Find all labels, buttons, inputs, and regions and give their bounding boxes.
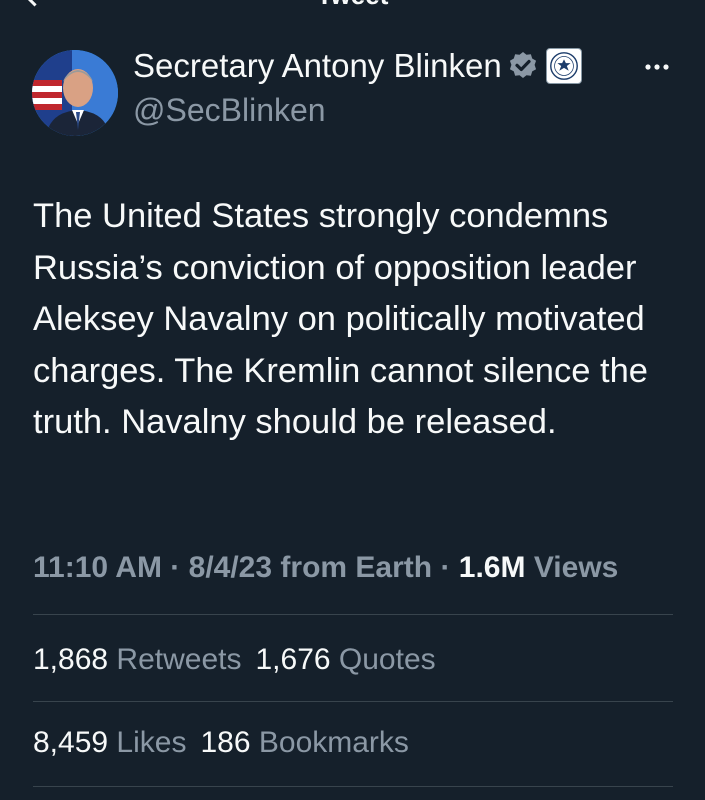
retweets-stat[interactable]: 1,868 Retweets: [33, 643, 241, 676]
author-display-name[interactable]: Secretary Antony Blinken: [133, 47, 502, 85]
retweets-count: 1,868: [33, 643, 109, 676]
verified-badge-icon: [509, 52, 536, 78]
quotes-count: 1,676: [255, 643, 331, 676]
author-handle[interactable]: @SecBlinken: [133, 92, 326, 129]
likes-count: 8,459: [33, 726, 109, 759]
top-bar: Tweet: [0, 0, 705, 11]
stats-row-likes: 8,459 Likes 186 Bookmarks: [33, 726, 423, 760]
tweet-time[interactable]: 11:10 AM: [33, 551, 162, 584]
tweet-date[interactable]: 8/4/23: [189, 551, 272, 584]
tweet-metadata: 11:10 AM · 8/4/23 from Earth · 1.6M View…: [33, 545, 673, 590]
us-state-department-seal-icon[interactable]: [545, 48, 582, 84]
likes-stat[interactable]: 8,459 Likes: [33, 726, 186, 759]
bookmarks-stat[interactable]: 186 Bookmarks: [200, 726, 408, 759]
views-label: Views: [533, 551, 619, 584]
views-count: 1.6M: [458, 551, 526, 584]
avatar[interactable]: [32, 50, 118, 136]
quotes-label: Quotes: [338, 643, 436, 676]
tweet-text-content: The United States strongly condemns Russ…: [33, 197, 648, 441]
bookmarks-count: 186: [200, 726, 251, 759]
meta-separator: ·: [170, 551, 181, 584]
divider: [33, 701, 673, 702]
bookmarks-label: Bookmarks: [258, 726, 409, 759]
retweets-label: Retweets: [116, 643, 242, 676]
stats-row-reposts: 1,868 Retweets 1,676 Quotes: [33, 643, 450, 677]
tweet-detail-page: Tweet Secretary Antony Blinken: [0, 0, 705, 800]
meta-separator-2: ·: [440, 551, 451, 584]
divider: [33, 786, 673, 787]
tweet-text: The United States strongly condemns Russ…: [33, 191, 683, 449]
page-title: Tweet: [0, 0, 705, 11]
divider: [33, 614, 673, 615]
author-name-row[interactable]: Secretary Antony Blinken: [133, 47, 582, 85]
quotes-stat[interactable]: 1,676 Quotes: [255, 643, 435, 676]
tweet-source: from Earth: [280, 551, 433, 584]
more-options-icon[interactable]: [640, 54, 674, 80]
likes-label: Likes: [116, 726, 187, 759]
